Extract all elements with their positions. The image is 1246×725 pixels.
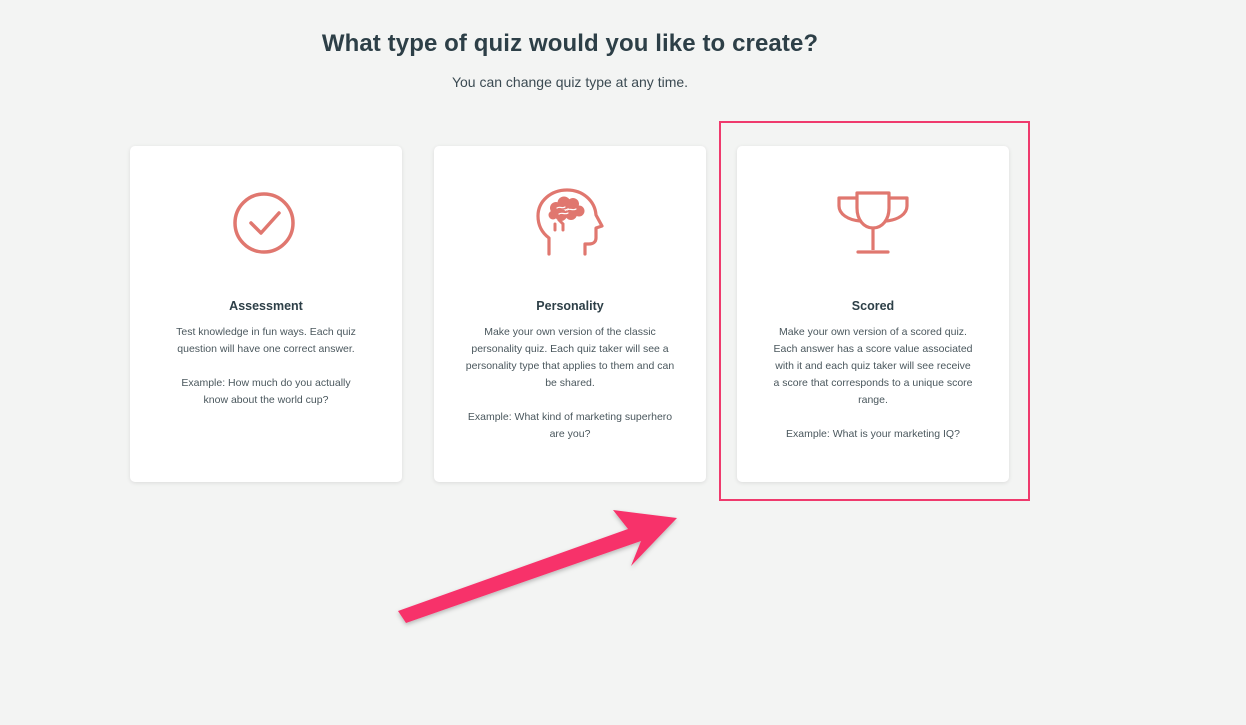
quiz-type-card-scored[interactable]: Scored Make your own version of a scored… (737, 146, 1009, 482)
checkmark-circle-icon (130, 186, 402, 260)
brain-head-icon (434, 186, 706, 260)
page-title: What type of quiz would you like to crea… (321, 30, 819, 57)
trophy-icon (737, 186, 1009, 260)
card-title: Scored (851, 299, 895, 313)
page-subtitle: You can change quiz type at any time. (451, 74, 689, 90)
card-example: Example: What kind of marketing superher… (467, 411, 673, 440)
card-example: Example: How much do you actually know a… (181, 377, 351, 406)
card-title: Personality (536, 299, 604, 313)
card-description: Make your own version of a scored quiz. … (773, 326, 973, 406)
card-example: Example: What is your marketing IQ? (786, 428, 960, 440)
quiz-type-card-personality[interactable]: Personality Make your own version of the… (434, 146, 706, 482)
card-description: Test knowledge in fun ways. Each quiz qu… (176, 326, 356, 355)
card-description: Make your own version of the classic per… (465, 326, 675, 389)
quiz-type-card-assessment[interactable]: Assessment Test knowledge in fun ways. E… (130, 146, 402, 482)
card-title: Assessment (229, 299, 303, 313)
